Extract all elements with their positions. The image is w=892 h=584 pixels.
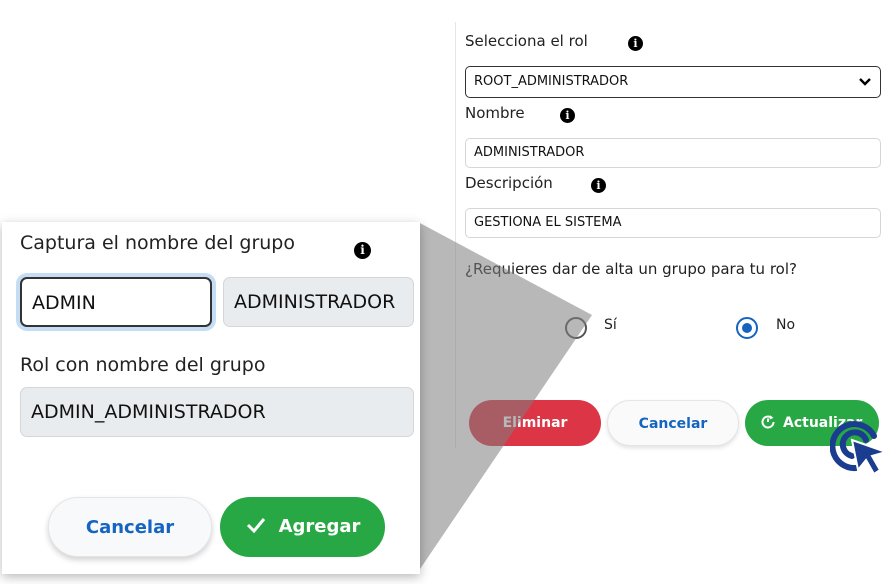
group-capture-card: Captura el nombre del grupo i ADMIN ADMI… xyxy=(2,222,420,574)
role-group-label: Rol con nombre del grupo xyxy=(20,354,266,376)
add-button-label: Agregar xyxy=(278,516,361,537)
role-group-value: ADMIN_ADMINISTRADOR xyxy=(31,401,266,423)
card-cancel-label: Cancelar xyxy=(85,517,175,538)
card-cancel-button[interactable]: Cancelar xyxy=(48,497,212,557)
check-icon xyxy=(246,518,265,534)
info-icon[interactable]: i xyxy=(354,242,371,259)
group-label: Captura el nombre del grupo xyxy=(20,232,295,254)
add-button[interactable]: Agregar xyxy=(220,497,385,557)
group-name-value: ADMIN xyxy=(32,292,96,314)
group-suffix-value: ADMINISTRADOR xyxy=(234,291,396,313)
role-group-field: ADMIN_ADMINISTRADOR xyxy=(20,387,414,437)
group-name-input[interactable]: ADMIN xyxy=(20,277,212,327)
group-suffix-field: ADMINISTRADOR xyxy=(223,277,414,327)
click-cursor-icon xyxy=(830,421,890,476)
